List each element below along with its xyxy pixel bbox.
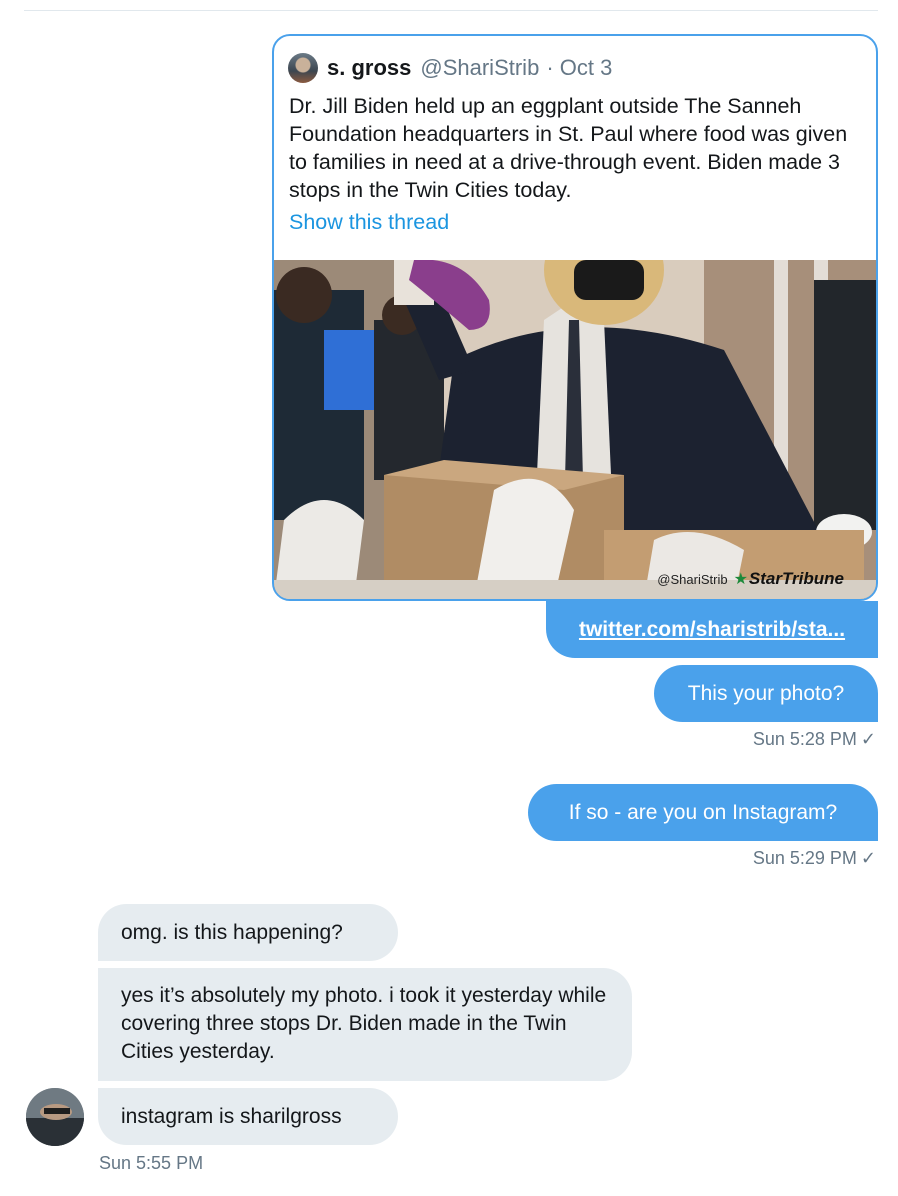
incoming-message-text: instagram is sharilgross — [121, 1104, 342, 1128]
message-timestamp: Sun 5:29 PM ✓ — [753, 848, 876, 869]
photo-watermark-brand: StarTribune — [748, 569, 844, 588]
outgoing-link-text[interactable]: twitter.com/sharistrib/sta... — [579, 618, 845, 642]
quoted-tweet-header: s. gross @ShariStrib · Oct 3 — [288, 52, 612, 84]
incoming-message-bubble[interactable]: instagram is sharilgross — [98, 1088, 398, 1145]
avatar-illustration — [26, 1088, 84, 1146]
quoted-tweet-date: · Oct 3 — [546, 55, 613, 80]
incoming-message-text: omg. is this happening? — [121, 920, 343, 944]
quoted-tweet-handle[interactable]: @ShariStrib — [420, 55, 539, 81]
quoted-tweet-card[interactable]: s. gross @ShariStrib · Oct 3 Dr. Jill Bi… — [272, 34, 878, 601]
timestamp-text: Sun 5:55 PM — [99, 1153, 204, 1173]
timestamp-text: Sun 5:29 PM — [752, 848, 857, 868]
incoming-message-bubble[interactable]: yes it’s absolutely my photo. i took it … — [98, 968, 632, 1081]
timestamp-text: Sun 5:28 PM — [752, 729, 857, 749]
outgoing-message-bubble[interactable]: If so - are you on Instagram? — [528, 784, 878, 841]
incoming-message-text: yes it’s absolutely my photo. i took it … — [121, 984, 607, 1063]
quoted-tweet-text: Dr. Jill Biden held up an eggplant outsi… — [289, 94, 848, 202]
show-thread-link[interactable]: Show this thread — [289, 210, 449, 235]
quoted-tweet-avatar[interactable] — [288, 53, 318, 83]
checkmark-icon: ✓ — [860, 729, 876, 749]
outgoing-link-bubble[interactable]: twitter.com/sharistrib/sta... — [546, 601, 878, 658]
outgoing-message-text: This your photo? — [687, 681, 845, 705]
photo-watermark: @ShariStrib ★ StarTribune — [657, 569, 844, 589]
outgoing-message-bubble[interactable]: This your photo? — [654, 665, 878, 722]
message-timestamp: Sun 5:55 PM — [99, 1153, 203, 1174]
checkmark-icon: ✓ — [860, 848, 876, 868]
sender-avatar[interactable] — [26, 1088, 84, 1146]
conversation-top-divider — [24, 10, 878, 11]
message-timestamp: Sun 5:28 PM ✓ — [753, 729, 876, 750]
photo-illustration — [274, 260, 876, 599]
star-icon: ★ — [733, 571, 748, 588]
photo-watermark-handle: @ShariStrib — [657, 572, 728, 587]
quoted-tweet-display-name[interactable]: s. gross — [327, 55, 411, 81]
outgoing-message-text: If so - are you on Instagram? — [568, 800, 838, 824]
quoted-tweet-photo[interactable]: @ShariStrib ★ StarTribune — [274, 260, 876, 599]
incoming-message-bubble[interactable]: omg. is this happening? — [98, 904, 398, 961]
